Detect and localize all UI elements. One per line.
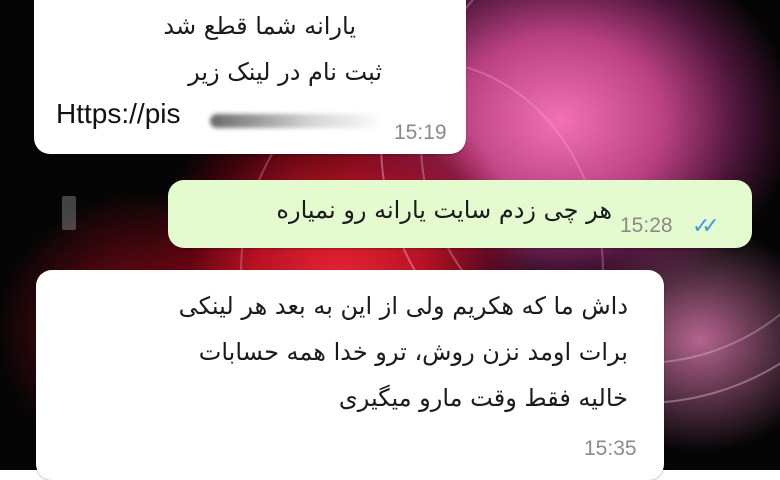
message-bubble-outgoing[interactable]: هر چی زدم سایت یارانه رو نمیاره 15:28 ✓✓ [168,180,752,248]
message-timestamp: 15:19 [394,121,447,144]
message-bubble-incoming[interactable]: داش ما که هکریم ولی از این به بعد هر لین… [36,270,664,480]
double-check-read-icon: ✓✓ [692,214,720,239]
message-text-line: خالیه فقط وقت مارو میگیری [338,384,628,412]
message-bubble-incoming[interactable]: یارانه شما قطع شد ثبت نام در لینک زیر Ht… [34,0,466,154]
message-link[interactable]: Https://pis [56,98,180,130]
message-text-line: ثبت نام در لینک زیر [188,58,382,86]
message-text-line: برات اومد نزن روش، ترو خدا همه حسابات [198,338,628,366]
message-text-line: هر چی زدم سایت یارانه رو نمیاره [276,196,612,224]
watermark-logo [62,196,76,230]
message-text-line: یارانه شما قطع شد [163,12,356,40]
redacted-link-blur [210,114,380,128]
message-text-line: داش ما که هکریم ولی از این به بعد هر لین… [178,292,628,320]
message-timestamp: 15:35 [584,437,637,460]
message-timestamp: 15:28 [620,214,673,237]
